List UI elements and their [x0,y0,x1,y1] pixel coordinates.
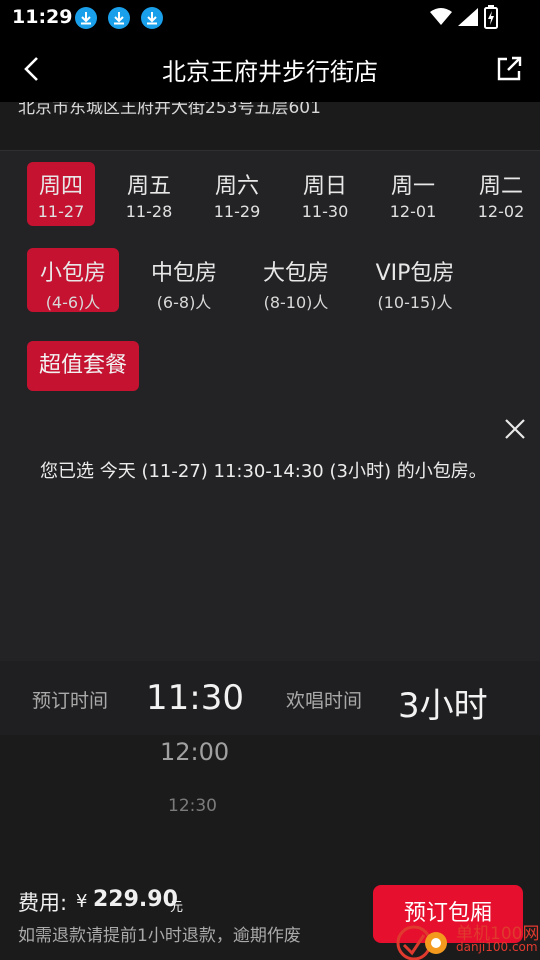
day-tab-sat[interactable]: 周六 11-29 [203,162,271,226]
room-large[interactable]: 大包房 (8-10)人 [250,248,342,312]
time-option[interactable]: 12:00 [160,738,229,766]
download-notification-icon [141,7,163,29]
share-icon[interactable] [494,54,524,84]
day-date: 11-29 [213,202,261,221]
download-notification-icon [75,7,97,29]
day-tab-thu[interactable]: 周四 11-27 [27,162,95,226]
currency-symbol: ¥ [76,891,88,912]
package-label: 超值套餐 [38,353,127,378]
fee-unit: 元 [170,900,184,915]
day-date: 11-27 [37,202,85,221]
room-capacity: (4-6)人 [45,293,101,312]
battery-charging-icon [484,5,502,29]
room-name: 大包房 [262,261,329,286]
close-icon[interactable] [502,416,528,442]
day-weekday: 周六 [214,174,259,199]
day-tab-tue[interactable]: 周二 12-02 [467,162,535,226]
download-notification-icon [108,7,130,29]
room-capacity: (8-10)人 [263,293,329,312]
room-vip[interactable]: VIP包房 (10-15)人 [360,248,470,312]
room-small[interactable]: 小包房 (4-6)人 [27,248,119,312]
booking-time-value[interactable]: 11:30 [146,678,244,718]
page-title: 北京王府井步行街店 [162,58,378,86]
singing-time-label: 欢唱时间 [286,690,363,712]
room-name: 中包房 [150,261,217,286]
day-date: 12-01 [389,202,437,221]
booking-time-label: 预订时间 [32,690,109,712]
day-tab-mon[interactable]: 周一 12-01 [379,162,447,226]
back-arrow-icon[interactable] [18,54,48,84]
day-tab-sun[interactable]: 周日 11-30 [291,162,359,226]
refund-note: 如需退款请提前1小时退款，逾期作废 [18,926,301,946]
room-capacity: (6-8)人 [156,293,212,312]
day-weekday: 周日 [302,174,347,199]
status-time: 11:29 [12,6,73,28]
time-option[interactable]: 12:30 [168,796,217,816]
nav-bar: 北京王府井步行街店 [0,36,540,102]
day-date: 12-02 [477,202,525,221]
singing-time-value[interactable]: 3小时 [398,678,488,727]
day-date: 11-30 [301,202,349,221]
room-name: 小包房 [39,261,106,286]
fee-amount: 229.90 [93,887,178,912]
day-date: 11-28 [125,202,173,221]
room-name: VIP包房 [375,261,455,286]
day-tab-fri[interactable]: 周五 11-28 [115,162,183,226]
day-weekday: 周一 [390,174,435,199]
day-weekday: 周四 [38,174,83,199]
selection-summary: 您已选 今天 (11-27) 11:30-14:30 (3小时) 的小包房。 [40,461,487,482]
room-capacity: (10-15)人 [377,293,453,312]
booking-panel [0,151,540,661]
watermark-logo-icon [396,925,447,960]
watermark-url: danji100.com [456,940,538,954]
status-bar: 11:29 [0,0,540,36]
day-weekday: 周二 [478,174,523,199]
value-package-button[interactable]: 超值套餐 [27,341,139,391]
fee-label: 费用: [18,891,68,915]
room-medium[interactable]: 中包房 (6-8)人 [138,248,230,312]
day-weekday: 周五 [126,174,171,199]
